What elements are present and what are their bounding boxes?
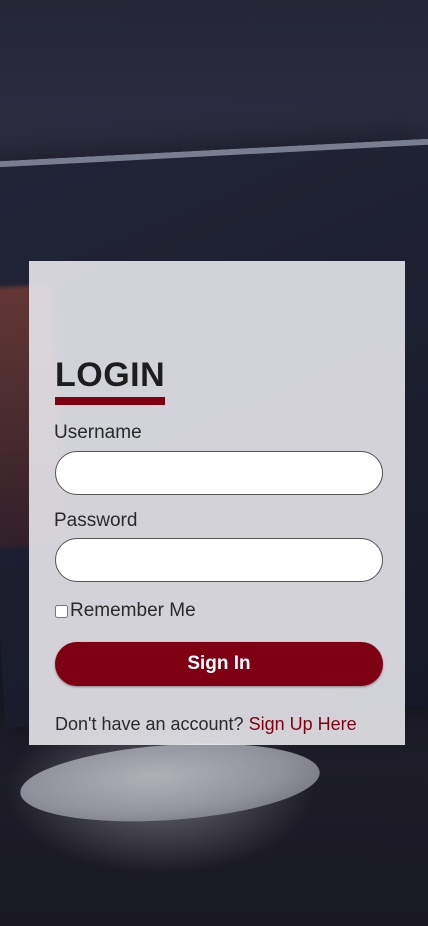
sign-in-button[interactable]: Sign In [55,642,383,686]
password-label: Password [54,510,138,531]
remember-me-checkbox[interactable] [55,604,68,618]
login-title: LOGIN [55,355,166,405]
sign-up-link[interactable]: Sign Up Here [249,714,357,734]
remember-me-row[interactable]: Remember Me [55,600,196,622]
remember-me-label: Remember Me [70,600,196,621]
signup-prompt: Don't have an account? [55,714,249,734]
signup-row: Don't have an account? Sign Up Here [55,714,357,735]
username-label: Username [54,422,142,443]
login-card: LOGIN Username Password Remember Me Sign… [29,261,405,745]
username-input[interactable] [55,451,383,495]
password-input[interactable] [55,538,383,582]
